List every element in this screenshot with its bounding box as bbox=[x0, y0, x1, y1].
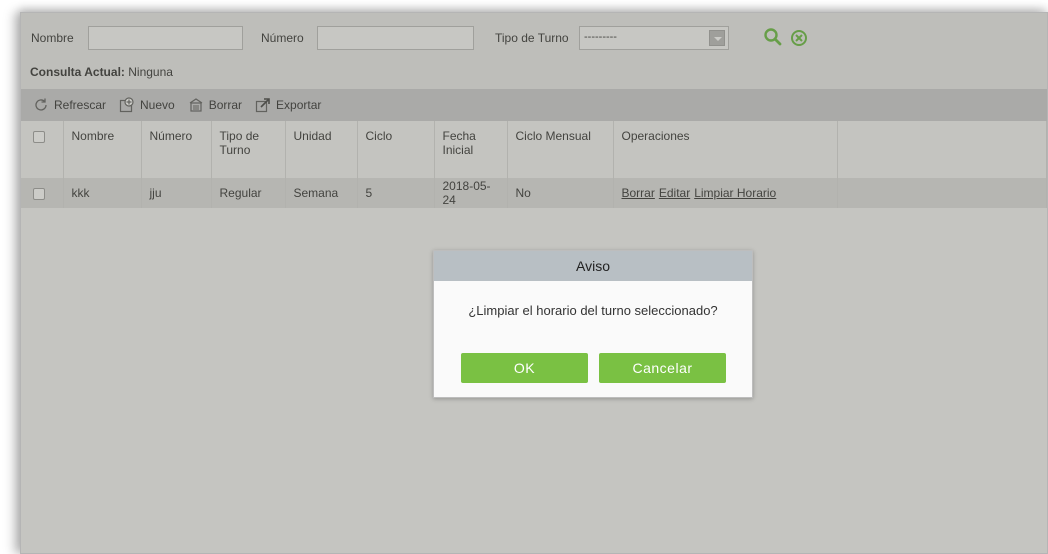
search-icon[interactable] bbox=[763, 27, 783, 47]
tipo-turno-value: --------- bbox=[584, 31, 617, 43]
export-icon bbox=[255, 98, 270, 113]
cell-ciclo-mensual: No bbox=[507, 178, 614, 208]
delete-icon bbox=[189, 98, 203, 112]
clear-icon[interactable] bbox=[789, 28, 809, 48]
new-label: Nuevo bbox=[140, 98, 175, 112]
col-filler bbox=[837, 121, 1047, 178]
new-button[interactable]: Nuevo bbox=[119, 97, 175, 113]
nombre-input[interactable] bbox=[88, 26, 243, 50]
current-query: Consulta Actual: Ninguna bbox=[30, 65, 173, 79]
row-clear-schedule-link[interactable]: Limpiar Horario bbox=[694, 186, 776, 200]
select-all-cell bbox=[21, 121, 64, 178]
export-button[interactable]: Exportar bbox=[255, 97, 321, 113]
table-row[interactable]: kkk jju Regular Semana 5 2018-05-24 No B… bbox=[21, 178, 1047, 208]
dialog-title: Aviso bbox=[434, 251, 752, 281]
table-header-row: Nombre Número Tipo de Turno Unidad Ciclo… bbox=[21, 121, 1047, 178]
refresh-label: Refrescar bbox=[54, 98, 107, 112]
cell-ciclo: 5 bbox=[357, 178, 435, 208]
tipo-turno-select[interactable]: --------- bbox=[579, 26, 729, 50]
cell-tipo: Regular bbox=[211, 178, 286, 208]
delete-button[interactable]: Borrar bbox=[188, 97, 242, 113]
dialog-buttons: OK Cancelar bbox=[461, 353, 737, 383]
delete-label: Borrar bbox=[208, 98, 243, 112]
cell-filler bbox=[837, 178, 1047, 208]
row-select-cell bbox=[21, 178, 64, 208]
current-query-value: Ninguna bbox=[128, 65, 173, 79]
cancel-button[interactable]: Cancelar bbox=[599, 353, 726, 383]
col-nombre[interactable]: Nombre bbox=[63, 121, 142, 178]
shifts-table: Nombre Número Tipo de Turno Unidad Ciclo… bbox=[21, 121, 1047, 208]
cell-operaciones: Borrar Editar Limpiar Horario bbox=[613, 178, 838, 208]
row-delete-link[interactable]: Borrar bbox=[622, 186, 655, 200]
ok-button[interactable]: OK bbox=[461, 353, 588, 383]
refresh-button[interactable]: Refrescar bbox=[33, 97, 106, 113]
dialog-message: ¿Limpiar el horario del turno selecciona… bbox=[468, 303, 718, 318]
row-edit-link[interactable]: Editar bbox=[659, 186, 690, 200]
col-ciclo-mensual[interactable]: Ciclo Mensual bbox=[507, 121, 614, 178]
new-icon bbox=[119, 97, 134, 113]
col-unidad[interactable]: Unidad bbox=[285, 121, 358, 178]
cell-unidad: Semana bbox=[285, 178, 358, 208]
toolbar: Refrescar Nuevo Borrar Exportar bbox=[21, 89, 1047, 121]
cell-fecha: 2018-05-24 bbox=[434, 178, 508, 208]
export-label: Exportar bbox=[276, 98, 322, 112]
nombre-label: Nombre bbox=[31, 31, 74, 45]
col-numero[interactable]: Número bbox=[141, 121, 212, 178]
col-tipo-turno[interactable]: Tipo de Turno bbox=[211, 121, 286, 178]
dropdown-arrow-icon[interactable] bbox=[709, 30, 725, 46]
search-bar: Nombre Número Tipo de Turno --------- bbox=[21, 13, 1047, 59]
current-query-label: Consulta Actual: bbox=[30, 65, 125, 79]
col-fecha-inicial[interactable]: Fecha Inicial bbox=[434, 121, 508, 178]
cell-numero: jju bbox=[141, 178, 212, 208]
cell-nombre: kkk bbox=[63, 178, 142, 208]
confirm-dialog: Aviso ¿Limpiar el horario del turno sele… bbox=[433, 250, 753, 398]
row-checkbox[interactable] bbox=[33, 187, 45, 200]
numero-input[interactable] bbox=[317, 26, 474, 50]
col-ciclo[interactable]: Ciclo bbox=[357, 121, 435, 178]
select-all-checkbox[interactable] bbox=[33, 130, 45, 143]
col-operaciones: Operaciones bbox=[613, 121, 838, 178]
refresh-icon bbox=[35, 98, 47, 111]
tipo-turno-label: Tipo de Turno bbox=[495, 31, 569, 45]
numero-label: Número bbox=[261, 31, 304, 45]
